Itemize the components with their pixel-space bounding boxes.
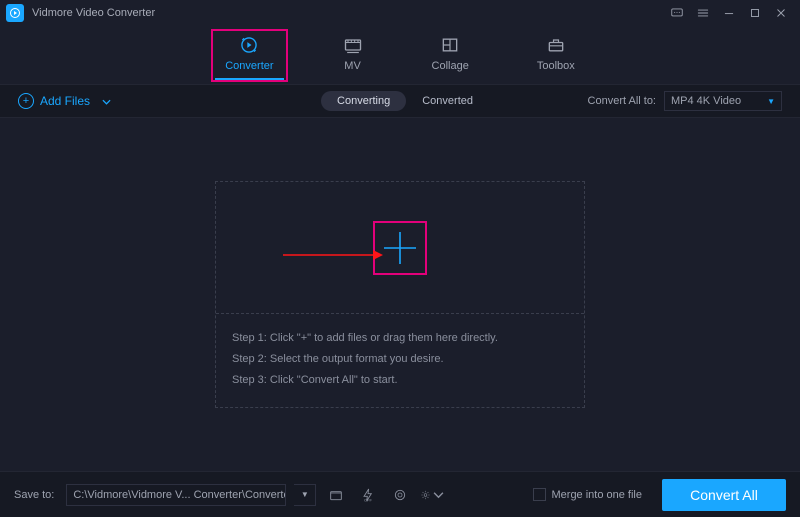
- merge-checkbox[interactable]: Merge into one file: [533, 488, 643, 501]
- save-to-label: Save to:: [14, 489, 54, 501]
- titlebar: Vidmore Video Converter: [0, 0, 800, 26]
- step-1: Step 1: Click "+" to add files or drag t…: [232, 328, 568, 349]
- toolbar: + Add Files Converting Converted Convert…: [0, 84, 800, 118]
- convert-all-to-label: Convert All to:: [588, 95, 656, 107]
- close-button[interactable]: [768, 1, 794, 25]
- save-path-dropdown[interactable]: ▼: [294, 484, 316, 506]
- tab-collage[interactable]: Collage: [422, 31, 479, 80]
- add-files-button[interactable]: + Add Files: [18, 93, 111, 109]
- converter-icon: [238, 35, 260, 55]
- convert-all-to: Convert All to: MP4 4K Video ▼: [588, 91, 782, 111]
- step-3: Step 3: Click "Convert All" to start.: [232, 370, 568, 391]
- chevron-down-icon: [102, 94, 111, 108]
- tab-label: Collage: [432, 61, 469, 72]
- tab-label: Toolbox: [537, 61, 575, 72]
- status-segmented: Converting Converted: [321, 91, 489, 111]
- convert-all-button[interactable]: Convert All: [662, 479, 786, 511]
- plus-circle-icon: +: [18, 93, 34, 109]
- app-title: Vidmore Video Converter: [32, 7, 155, 19]
- main-area: Step 1: Click "+" to add files or drag t…: [0, 118, 800, 471]
- step-2: Step 2: Select the output format you des…: [232, 349, 568, 370]
- instructions: Step 1: Click "+" to add files or drag t…: [216, 314, 584, 407]
- collage-icon: [439, 35, 461, 55]
- minimize-button[interactable]: [716, 1, 742, 25]
- hamburger-menu-icon[interactable]: [690, 1, 716, 25]
- mv-icon: [342, 35, 364, 55]
- main-nav: Converter MV Collage Toolbox: [0, 26, 800, 84]
- tab-label: MV: [344, 61, 361, 72]
- maximize-button[interactable]: [742, 1, 768, 25]
- high-speed-button[interactable]: [388, 484, 412, 506]
- output-format-select[interactable]: MP4 4K Video ▼: [664, 91, 782, 111]
- tab-converter[interactable]: Converter: [215, 31, 283, 80]
- chevron-down-icon: ▼: [767, 97, 775, 106]
- toolbox-icon: [545, 35, 567, 55]
- add-files-label: Add Files: [40, 94, 90, 108]
- tab-toolbox[interactable]: Toolbox: [527, 31, 585, 80]
- svg-text:OFF: OFF: [364, 497, 373, 502]
- tab-converting[interactable]: Converting: [321, 91, 406, 111]
- footer: Save to: C:\Vidmore\Vidmore V... Convert…: [0, 471, 800, 517]
- open-folder-button[interactable]: [324, 484, 348, 506]
- tab-converted[interactable]: Converted: [406, 91, 489, 111]
- drop-area[interactable]: [216, 182, 584, 314]
- output-format-value: MP4 4K Video: [671, 95, 741, 107]
- tab-label: Converter: [225, 61, 273, 72]
- add-files-plus[interactable]: [373, 221, 427, 275]
- tab-mv[interactable]: MV: [332, 31, 374, 80]
- save-path-field[interactable]: C:\Vidmore\Vidmore V... Converter\Conver…: [66, 484, 286, 506]
- drop-zone[interactable]: Step 1: Click "+" to add files or drag t…: [215, 181, 585, 408]
- settings-button[interactable]: [420, 484, 444, 506]
- feedback-icon[interactable]: [664, 1, 690, 25]
- merge-label: Merge into one file: [552, 489, 643, 501]
- app-window: Vidmore Video Converter Converter: [0, 0, 800, 517]
- checkbox-box: [533, 488, 546, 501]
- app-logo: [6, 4, 24, 22]
- hw-accel-button[interactable]: OFF: [356, 484, 380, 506]
